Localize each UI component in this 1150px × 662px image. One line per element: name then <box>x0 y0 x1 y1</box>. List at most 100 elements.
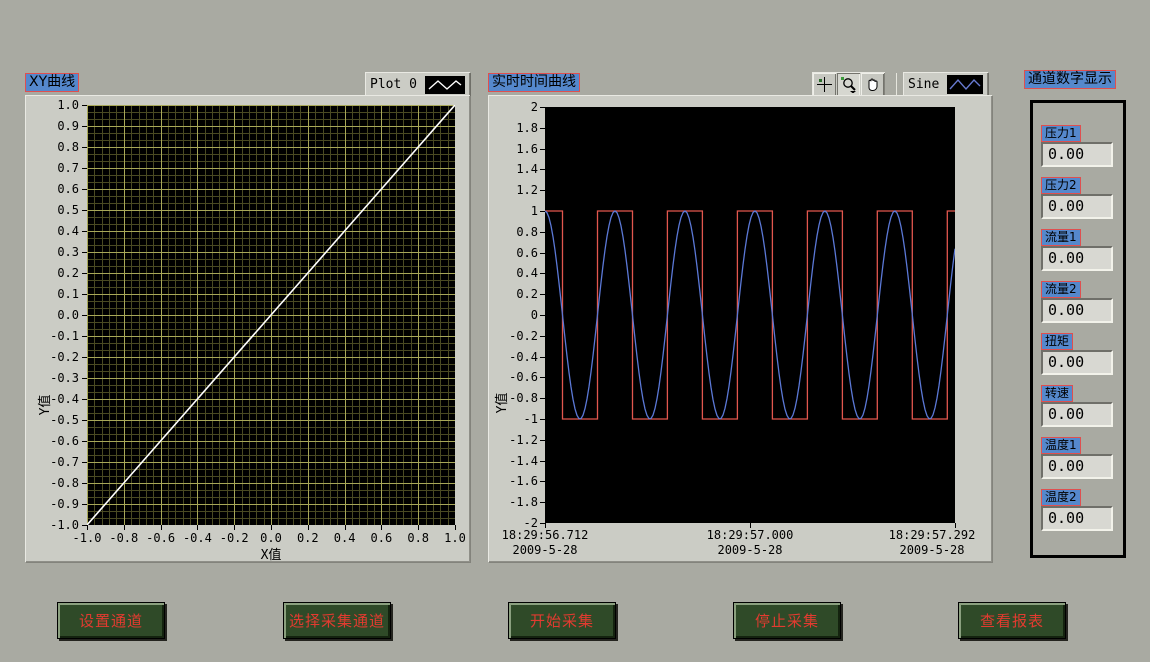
time-y-tick-mark <box>540 315 545 316</box>
xy-x-tick-mark <box>308 525 309 530</box>
channel-label: 压力1 <box>1041 125 1081 142</box>
time-x-tick-date: 2009-5-28 <box>876 543 988 557</box>
time-x-tick-time: 18:29:57.292 <box>876 528 988 542</box>
pan-tool-button[interactable] <box>861 73 884 96</box>
xy-y-tick-mark <box>82 252 87 253</box>
xy-x-tick-mark <box>234 525 235 530</box>
xy-y-tick-mark <box>82 357 87 358</box>
xy-x-tick-mark <box>418 525 419 530</box>
channel-value-display: 0.00 <box>1041 142 1113 167</box>
channel-value-display: 0.00 <box>1041 194 1113 219</box>
xy-y-tick-label: 0.1 <box>25 287 79 301</box>
xy-y-tick-mark <box>82 378 87 379</box>
xy-x-tick-label: -0.6 <box>142 531 180 545</box>
channel-label: 压力2 <box>1041 177 1081 194</box>
time-y-tick-label: 1.4 <box>488 162 538 176</box>
select-acquire-channel-button[interactable]: 选择采集通道 <box>283 602 391 639</box>
time-y-tick-label: 1.2 <box>488 183 538 197</box>
setup-channel-button[interactable]: 设置通道 <box>57 602 165 639</box>
time-y-tick-mark <box>540 461 545 462</box>
xy-x-tick-label: 0.8 <box>399 531 437 545</box>
cursor-tool-button[interactable] <box>813 73 836 96</box>
time-x-tick-date: 2009-5-28 <box>489 543 601 557</box>
xy-y-tick-mark <box>82 399 87 400</box>
time-x-tick-time: 18:29:56.712 <box>489 528 601 542</box>
xy-y-tick-label: -0.5 <box>25 413 79 427</box>
sine-legend-label: Sine <box>908 77 939 92</box>
channel-label: 流量2 <box>1041 281 1081 298</box>
xy-y-tick-mark <box>82 420 87 421</box>
xy-y-tick-mark <box>82 189 87 190</box>
time-y-tick-mark <box>540 398 545 399</box>
channel-label: 扭矩 <box>1041 333 1073 350</box>
xy-x-tick-mark <box>161 525 162 530</box>
xy-y-tick-label: 0.7 <box>25 161 79 175</box>
xy-x-tick-label: 1.0 <box>436 531 474 545</box>
xy-x-tick-label: -0.2 <box>215 531 253 545</box>
channel-label: 温度1 <box>1041 437 1081 454</box>
time-y-tick-label: 0.2 <box>488 287 538 301</box>
time-y-tick-label: -1.2 <box>488 433 538 447</box>
time-y-tick-mark <box>540 502 545 503</box>
time-y-tick-label: 1.8 <box>488 121 538 135</box>
time-plot-title: 实时时间曲线 <box>488 73 580 92</box>
xy-x-tick-mark <box>124 525 125 530</box>
time-y-tick-mark <box>540 190 545 191</box>
time-y-tick-label: -0.6 <box>488 370 538 384</box>
time-y-tick-mark <box>540 481 545 482</box>
time-y-tick-label: -1.4 <box>488 454 538 468</box>
channel-label: 温度2 <box>1041 489 1081 506</box>
xy-x-tick-label: 0.6 <box>362 531 400 545</box>
xy-x-tick-label: 0.4 <box>326 531 364 545</box>
xy-y-tick-label: -0.3 <box>25 371 79 385</box>
xy-x-tick-label: -0.8 <box>105 531 143 545</box>
zoom-tool-button[interactable] <box>837 73 860 96</box>
time-plot-area[interactable] <box>545 107 955 523</box>
channel-value-display: 0.00 <box>1041 298 1113 323</box>
channel-display-box: 压力10.00压力20.00流量10.00流量20.00扭矩0.00转速0.00… <box>1030 100 1126 558</box>
channel-value-display: 0.00 <box>1041 402 1113 427</box>
xy-x-tick-mark <box>197 525 198 530</box>
time-y-tick-mark <box>540 377 545 378</box>
xy-y-tick-label: -0.4 <box>25 392 79 406</box>
time-y-tick-label: -1.8 <box>488 495 538 509</box>
xy-y-tick-label: 0.4 <box>25 224 79 238</box>
xy-y-tick-mark <box>82 294 87 295</box>
time-y-tick-mark <box>540 294 545 295</box>
sine-line-style-icon <box>947 75 983 94</box>
xy-x-tick-mark <box>345 525 346 530</box>
time-y-tick-label: -0.8 <box>488 391 538 405</box>
xy-y-tick-label: 0.8 <box>25 140 79 154</box>
xy-x-tick-label: 0.0 <box>252 531 290 545</box>
time-plot-legend[interactable]: Sine <box>903 72 988 97</box>
xy-y-tick-mark <box>82 315 87 316</box>
pan-hand-icon <box>864 76 881 93</box>
xy-y-tick-mark <box>82 441 87 442</box>
view-report-button[interactable]: 查看报表 <box>958 602 1066 639</box>
xy-x-tick-mark <box>87 525 88 530</box>
xy-y-tick-label: 0.2 <box>25 266 79 280</box>
channel-label: 流量1 <box>1041 229 1081 246</box>
xy-y-tick-label: -0.9 <box>25 497 79 511</box>
xy-plot-legend[interactable]: Plot 0 <box>365 72 470 97</box>
xy-y-tick-mark <box>82 273 87 274</box>
xy-x-axis-title: X值 <box>87 544 455 563</box>
time-y-tick-mark <box>540 336 545 337</box>
time-y-tick-label: 1.6 <box>488 142 538 156</box>
xy-plot-area[interactable] <box>87 105 455 525</box>
time-y-tick-mark <box>540 357 545 358</box>
stop-acquire-button[interactable]: 停止采集 <box>733 602 841 639</box>
xy-y-tick-mark <box>82 504 87 505</box>
time-y-tick-mark <box>540 107 545 108</box>
xy-y-tick-mark <box>82 462 87 463</box>
time-y-tick-mark <box>540 253 545 254</box>
xy-y-tick-label: -0.7 <box>25 455 79 469</box>
start-acquire-button[interactable]: 开始采集 <box>508 602 616 639</box>
app-window: XY曲线 Plot 0 X值 Y值 1.00.90.80.70.60.50.40… <box>0 0 1150 662</box>
xy-plot-title: XY曲线 <box>25 73 79 92</box>
time-y-tick-mark <box>540 419 545 420</box>
plot0-legend-label: Plot 0 <box>370 77 417 92</box>
xy-x-tick-mark <box>271 525 272 530</box>
time-x-tick-date: 2009-5-28 <box>694 543 806 557</box>
xy-y-tick-label: 0.6 <box>25 182 79 196</box>
